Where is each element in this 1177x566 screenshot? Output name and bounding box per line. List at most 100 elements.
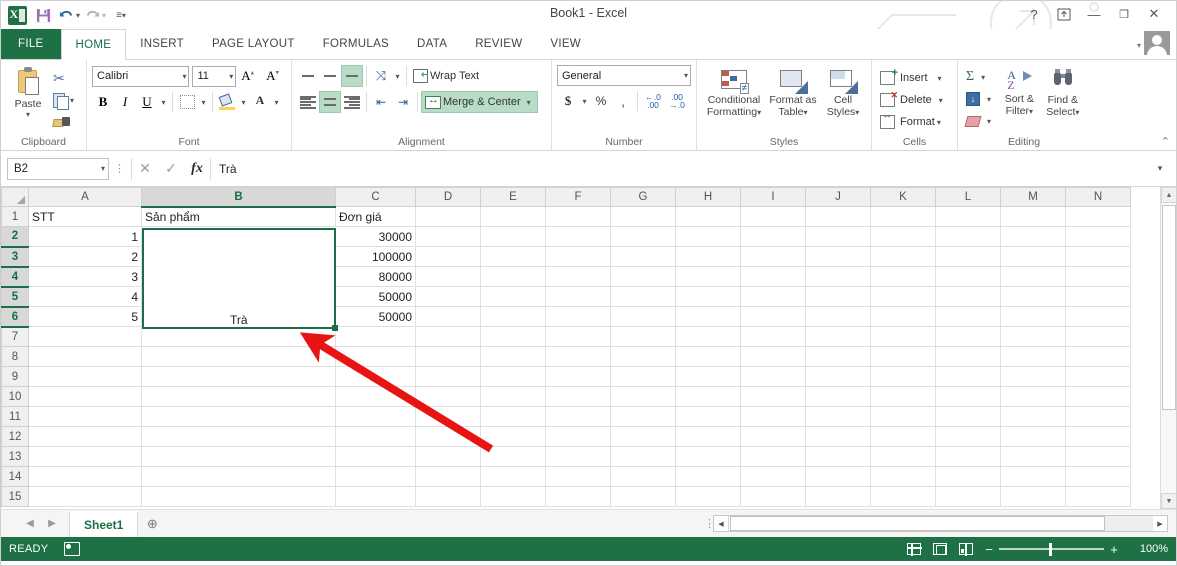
format-caret-icon[interactable]: ▾ — [937, 118, 941, 127]
cell-a12[interactable] — [28, 426, 142, 447]
font-color-button[interactable]: A — [249, 91, 271, 113]
cell-d14[interactable] — [415, 466, 481, 487]
cell-k6[interactable] — [870, 306, 936, 327]
ribbon-tab-bar[interactable]: FILE HOME INSERT PAGE LAYOUT FORMULAS DA… — [1, 29, 1176, 60]
decrease-decimal-button[interactable]: .00 →.0 — [665, 90, 689, 112]
row-header-13[interactable]: 13 — [1, 446, 29, 467]
cell-k12[interactable] — [870, 426, 936, 447]
cell-a5[interactable]: 4 — [28, 286, 142, 307]
zoom-out-button[interactable]: − — [979, 542, 999, 557]
cell-i12[interactable] — [740, 426, 806, 447]
cell-l5[interactable] — [935, 286, 1001, 307]
cell-f2[interactable] — [545, 226, 611, 247]
column-header-row[interactable]: A B C D E F G H I J K L M N — [1, 187, 1131, 208]
cell-j15[interactable] — [805, 486, 871, 507]
cell-m13[interactable] — [1000, 446, 1066, 467]
tab-view[interactable]: VIEW — [536, 29, 595, 59]
cell-b14[interactable] — [141, 466, 336, 487]
fill-color-button[interactable] — [216, 91, 238, 113]
tab-review[interactable]: REVIEW — [461, 29, 536, 59]
table-row[interactable]: 13 — [1, 446, 1131, 467]
cell-i6[interactable] — [740, 306, 806, 327]
cell-j13[interactable] — [805, 446, 871, 467]
tab-page-layout[interactable]: PAGE LAYOUT — [198, 29, 309, 59]
cell-c10[interactable] — [335, 386, 416, 407]
find-select-button[interactable]: Find & Select▾ — [1041, 66, 1085, 119]
cell-g9[interactable] — [610, 366, 676, 387]
cell-d13[interactable] — [415, 446, 481, 467]
cell-k8[interactable] — [870, 346, 936, 367]
cell-l11[interactable] — [935, 406, 1001, 427]
cell-c9[interactable] — [335, 366, 416, 387]
row-header-12[interactable]: 12 — [1, 426, 29, 447]
cell-n4[interactable] — [1065, 266, 1131, 287]
cell-b10[interactable] — [141, 386, 336, 407]
cell-f7[interactable] — [545, 326, 611, 347]
cell-g10[interactable] — [610, 386, 676, 407]
increase-font-size-button[interactable]: A▴ — [239, 65, 261, 87]
cell-c3[interactable]: 100000 — [335, 246, 416, 267]
increase-decimal-button[interactable]: ←.0.00 — [641, 90, 665, 112]
cell-l4[interactable] — [935, 266, 1001, 287]
accounting-caret-button[interactable]: ▾ — [579, 90, 590, 112]
cell-a2[interactable]: 1 — [28, 226, 142, 247]
cell-h13[interactable] — [675, 446, 741, 467]
row-header-4[interactable]: 4 — [1, 266, 29, 288]
cell-n15[interactable] — [1065, 486, 1131, 507]
cell-l8[interactable] — [935, 346, 1001, 367]
cell-k11[interactable] — [870, 406, 936, 427]
align-bottom-button[interactable] — [341, 65, 363, 87]
cell-n9[interactable] — [1065, 366, 1131, 387]
cell-l6[interactable] — [935, 306, 1001, 327]
row-header-1[interactable]: 1 — [1, 206, 29, 227]
cell-j8[interactable] — [805, 346, 871, 367]
column-header-b[interactable]: B — [141, 187, 336, 208]
cell-d8[interactable] — [415, 346, 481, 367]
cell-d12[interactable] — [415, 426, 481, 447]
cell-i2[interactable] — [740, 226, 806, 247]
cell-c15[interactable] — [335, 486, 416, 507]
cell-g2[interactable] — [610, 226, 676, 247]
font-color-caret-button[interactable]: ▾ — [271, 91, 282, 113]
cell-d15[interactable] — [415, 486, 481, 507]
table-row[interactable]: 12 — [1, 426, 1131, 447]
cell-f6[interactable] — [545, 306, 611, 327]
status-bar-right[interactable]: − + 100% — [901, 539, 1168, 559]
cell-b11[interactable] — [141, 406, 336, 427]
cell-j11[interactable] — [805, 406, 871, 427]
tab-data[interactable]: DATA — [403, 29, 461, 59]
font-name-input[interactable]: Calibri ▾ — [92, 65, 190, 87]
cell-j14[interactable] — [805, 466, 871, 487]
cell-g15[interactable] — [610, 486, 676, 507]
cell-l10[interactable] — [935, 386, 1001, 407]
cell-m4[interactable] — [1000, 266, 1066, 287]
merge-center-caret-icon[interactable]: ▾ — [527, 98, 531, 107]
cell-a6[interactable]: 5 — [28, 306, 142, 327]
column-header-k[interactable]: K — [870, 187, 936, 207]
cell-c5[interactable]: 50000 — [335, 286, 416, 307]
table-row[interactable]: 9 — [1, 366, 1131, 387]
cell-j4[interactable] — [805, 266, 871, 287]
cell-a10[interactable] — [28, 386, 142, 407]
record-macro-icon[interactable] — [64, 542, 81, 556]
align-right-button[interactable] — [341, 91, 363, 113]
cell-h2[interactable] — [675, 226, 741, 247]
cell-b13[interactable] — [141, 446, 336, 467]
cell-f10[interactable] — [545, 386, 611, 407]
conditional-formatting-button[interactable]: ≠ Conditional Formatting▾ — [703, 67, 765, 119]
name-box-caret-icon[interactable]: ▾ — [101, 164, 105, 173]
cell-f4[interactable] — [545, 266, 611, 287]
format-cells-button[interactable]: Format ▾ — [877, 110, 946, 133]
cell-j10[interactable] — [805, 386, 871, 407]
cell-j5[interactable] — [805, 286, 871, 307]
cell-i4[interactable] — [740, 266, 806, 287]
cell-e3[interactable] — [480, 246, 546, 267]
number-format-caret-icon[interactable]: ▾ — [681, 71, 688, 80]
font-size-caret-icon[interactable]: ▾ — [226, 72, 233, 81]
cell-d2[interactable] — [415, 226, 481, 247]
row-header-6[interactable]: 6 — [1, 306, 29, 328]
decrease-font-size-button[interactable]: A▾ — [264, 65, 286, 87]
row-header-8[interactable]: 8 — [1, 346, 29, 367]
cell-f14[interactable] — [545, 466, 611, 487]
row-header-5[interactable]: 5 — [1, 286, 29, 308]
